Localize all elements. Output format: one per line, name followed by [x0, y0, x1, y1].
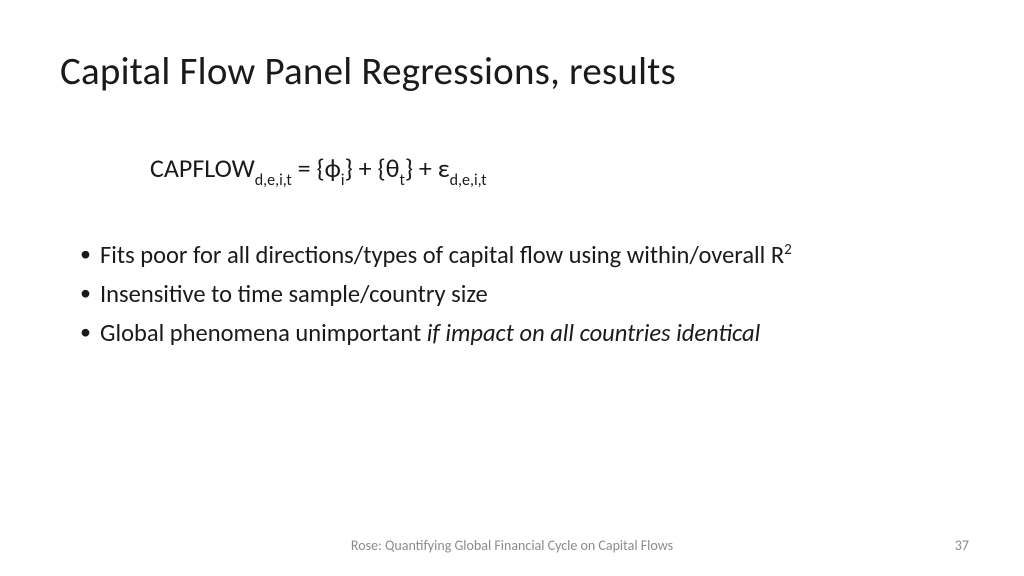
equation-theta: θ — [386, 152, 400, 184]
slide: Capital Flow Panel Regressions, results … — [0, 0, 1024, 576]
equation-theta-sub: t — [400, 171, 405, 190]
bullet-text: Fits poor for all directions/types of ca… — [100, 240, 784, 270]
slide-title: Capital Flow Panel Regressions, results — [60, 48, 676, 95]
page-number: 37 — [955, 537, 969, 554]
equation-eps: ε — [438, 152, 450, 184]
equation-eps-sub: d,e,i,t — [450, 171, 487, 190]
list-item: Insensitive to time sample/country size — [80, 277, 970, 312]
equation-plus2: + — [413, 152, 438, 184]
bullet-italic: if impact on all countries identical — [427, 318, 761, 348]
equation-term2-close: } — [405, 152, 413, 184]
equation-lhs-name: CAPFLOW — [150, 152, 255, 184]
equation-term2-open: { — [377, 152, 385, 184]
list-item: Fits poor for all directions/types of ca… — [80, 238, 970, 273]
equation-term1-open: { — [316, 152, 324, 184]
bullet-list: Fits poor for all directions/types of ca… — [80, 238, 970, 354]
bullet-sup: 2 — [784, 241, 792, 259]
equation-phi: ф — [325, 152, 341, 184]
equation-term1-close: } — [345, 152, 353, 184]
equation-lhs-sub: d,e,i,t — [255, 171, 292, 190]
equation-plus1: + — [353, 152, 378, 184]
footer-center: Rose: Quantifying Global Financial Cycle… — [0, 537, 1024, 554]
equation-phi-sub: i — [341, 171, 345, 190]
bullet-text: Insensitive to time sample/country size — [100, 279, 488, 309]
bullet-text: Global phenomena unimportant — [100, 318, 427, 348]
list-item: Global phenomena unimportant if impact o… — [80, 316, 970, 351]
equation: CAPFLOWd,e,i,t = {фi} + {θt} + εd,e,i,t — [150, 152, 487, 188]
equation-eq: = — [292, 152, 317, 184]
